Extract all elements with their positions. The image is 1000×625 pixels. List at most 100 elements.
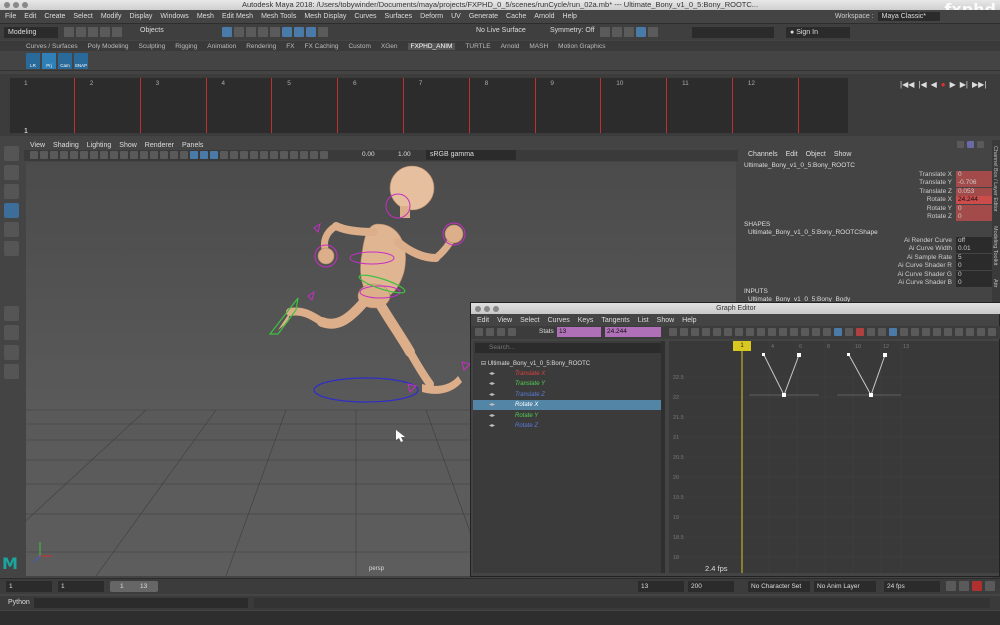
single-pane-layout-icon[interactable] xyxy=(4,306,19,321)
objects-mode[interactable]: Objects xyxy=(140,27,164,34)
channel-value[interactable]: 0 xyxy=(956,171,992,179)
tangent-tool-icon[interactable] xyxy=(856,328,864,336)
viewport-menu-shading[interactable]: Shading xyxy=(53,142,79,149)
tangent-tool-icon[interactable] xyxy=(680,328,688,336)
window-controls[interactable] xyxy=(4,2,28,8)
menu-arnold[interactable]: Arnold xyxy=(534,13,554,20)
play-backward-icon[interactable]: ◀ xyxy=(931,80,937,89)
go-to-end-icon[interactable]: ▶▶| xyxy=(972,80,986,89)
ipr-render-icon[interactable] xyxy=(612,27,622,37)
move-keys-icon[interactable] xyxy=(475,328,483,336)
viewport-tool-icon[interactable] xyxy=(60,151,68,159)
tangent-tool-icon[interactable] xyxy=(779,328,787,336)
visibility-icon[interactable]: ◂▸ xyxy=(489,400,495,410)
scale-tool-icon[interactable] xyxy=(4,241,19,256)
viewport-tool-icon[interactable] xyxy=(280,151,288,159)
shelf-tab-mash[interactable]: MASH xyxy=(529,43,548,50)
outliner-layout-icon[interactable] xyxy=(4,364,19,379)
channel-value[interactable]: 0.053 xyxy=(956,187,992,196)
shelf-tab-xgen[interactable]: XGen xyxy=(381,43,398,50)
playback-end-field[interactable]: 13 xyxy=(638,581,684,592)
graph-menu-tangents[interactable]: Tangents xyxy=(601,317,629,324)
exposure-field[interactable]: 0.00 xyxy=(362,151,375,158)
shelf-tab-rigging[interactable]: Rigging xyxy=(175,43,197,50)
visibility-icon[interactable]: ◂▸ xyxy=(489,379,495,389)
shelf-tab-custom[interactable]: Custom xyxy=(348,43,370,50)
outliner-channel[interactable]: ◂▸ Rotate Y xyxy=(473,411,663,421)
channelbox-menu-channels[interactable]: Channels xyxy=(748,151,778,158)
script-language-toggle[interactable]: Python xyxy=(8,599,30,606)
viewport-tool-icon[interactable] xyxy=(250,151,258,159)
menu-windows[interactable]: Windows xyxy=(160,13,188,20)
viewport-tool-icon[interactable] xyxy=(210,151,218,159)
render-settings-icon[interactable] xyxy=(624,27,634,37)
viewport-tool-icon[interactable] xyxy=(90,151,98,159)
menu-modify[interactable]: Modify xyxy=(101,13,122,20)
viewport-menu-show[interactable]: Show xyxy=(119,142,137,149)
tangent-tool-icon[interactable] xyxy=(823,328,831,336)
step-forward-key-icon[interactable]: ▶| xyxy=(960,80,968,89)
viewport-tool-icon[interactable] xyxy=(100,151,108,159)
menu-generate[interactable]: Generate xyxy=(469,13,498,20)
visibility-icon[interactable]: ◂▸ xyxy=(489,369,495,379)
open-scene-icon[interactable] xyxy=(76,27,86,37)
stats-frame-field[interactable]: 13 xyxy=(557,327,601,337)
graph-menu-view[interactable]: View xyxy=(497,317,512,324)
anim-prefs-icon[interactable] xyxy=(985,581,995,591)
channel-value[interactable]: -0.706 xyxy=(956,179,992,188)
select-mode-icon[interactable] xyxy=(282,27,292,37)
viewport-tool-icon[interactable] xyxy=(260,151,268,159)
tangent-tool-icon[interactable] xyxy=(834,328,842,336)
tangent-tool-icon[interactable] xyxy=(801,328,809,336)
loop-icon[interactable] xyxy=(946,581,956,591)
viewport-tool-icon[interactable] xyxy=(40,151,48,159)
save-scene-icon[interactable] xyxy=(88,27,98,37)
graph-menu-select[interactable]: Select xyxy=(520,317,539,324)
channel-row[interactable]: Rotate Z 0 xyxy=(740,213,992,221)
colorspace-dropdown[interactable]: sRGB gamma xyxy=(426,150,516,160)
menu-mesh[interactable]: Mesh xyxy=(197,13,214,20)
channelbox-menu-edit[interactable]: Edit xyxy=(786,151,798,158)
fps-dropdown[interactable]: 24 fps xyxy=(884,581,940,592)
viewport-tool-icon[interactable] xyxy=(200,151,208,159)
menu-deform[interactable]: Deform xyxy=(420,13,443,20)
graph-menu-help[interactable]: Help xyxy=(682,317,696,324)
menu-uv[interactable]: UV xyxy=(451,13,461,20)
sound-icon[interactable] xyxy=(959,581,969,591)
tangent-tool-icon[interactable] xyxy=(955,328,963,336)
shelf-tab-poly-modeling[interactable]: Poly Modeling xyxy=(88,43,129,50)
viewport-tool-icon[interactable] xyxy=(170,151,178,159)
current-frame-marker[interactable]: 1 xyxy=(733,341,751,351)
viewport-tool-icon[interactable] xyxy=(130,151,138,159)
shelf-tab-turtle[interactable]: TURTLE xyxy=(465,43,490,50)
shape-attr-value[interactable]: 0.01 xyxy=(956,245,992,254)
anim-layer-dropdown[interactable]: No Anim Layer xyxy=(814,581,876,592)
modeling-toolkit-vtab[interactable]: Modeling Toolkit xyxy=(992,212,998,265)
graph-editor-window-controls[interactable] xyxy=(475,306,499,312)
menu-create[interactable]: Create xyxy=(44,13,65,20)
viewport-tool-icon[interactable] xyxy=(220,151,228,159)
graph-editor-curve-view[interactable]: 22.52221.52120.52019.51918.51817.5246810… xyxy=(669,341,999,573)
tangent-tool-icon[interactable] xyxy=(724,328,732,336)
graph-menu-keys[interactable]: Keys xyxy=(578,317,594,324)
tangent-tool-icon[interactable] xyxy=(746,328,754,336)
tangent-tool-icon[interactable] xyxy=(933,328,941,336)
viewport-tool-icon[interactable] xyxy=(270,151,278,159)
outliner-root-item[interactable]: ⊟ Ultimate_Bony_v1_0_5:Bony_ROOTC xyxy=(473,359,663,369)
channel-row[interactable]: Translate Z 0.053 xyxy=(740,187,992,196)
shelf-tab-arnold[interactable]: Arnold xyxy=(501,43,520,50)
snap-grid-icon[interactable] xyxy=(222,27,232,37)
graph-menu-list[interactable]: List xyxy=(638,317,649,324)
shape-attr-value[interactable]: 0 xyxy=(956,270,992,279)
channel-value[interactable]: 0 xyxy=(956,204,992,213)
shelf-button-prj[interactable]: Prj xyxy=(42,53,56,69)
shelf-tab-fx-caching[interactable]: FX Caching xyxy=(305,43,339,50)
shelf-tab-sculpting[interactable]: Sculpting xyxy=(139,43,166,50)
shape-attr-row[interactable]: Ai Curve Width 0.01 xyxy=(740,245,992,254)
gamma-field[interactable]: 1.00 xyxy=(398,151,411,158)
snap-point-icon[interactable] xyxy=(246,27,256,37)
menu-file[interactable]: File xyxy=(5,13,16,20)
tangent-tool-icon[interactable] xyxy=(900,328,908,336)
tangent-tool-icon[interactable] xyxy=(867,328,875,336)
viewport-tool-icon[interactable] xyxy=(110,151,118,159)
